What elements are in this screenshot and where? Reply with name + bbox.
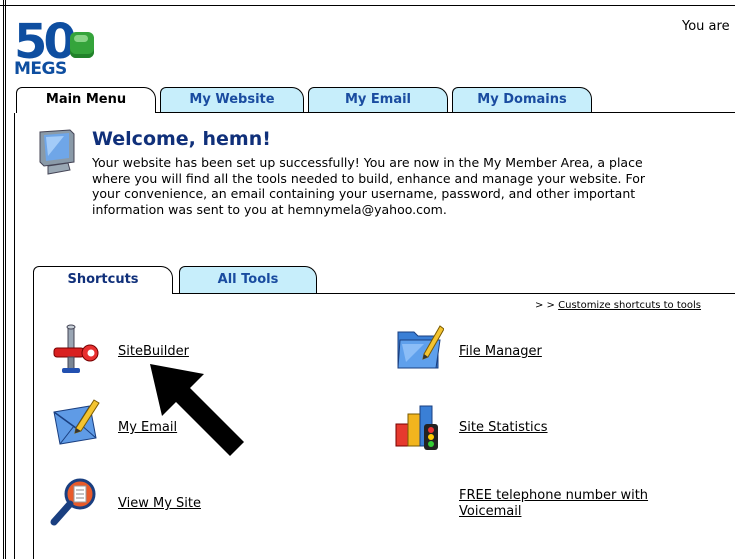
sitebuilder-icon[interactable]	[50, 324, 100, 374]
file-manager-link[interactable]: File Manager	[459, 344, 542, 360]
free-telephone-line2: Voicemail	[459, 504, 522, 519]
logo-number: 50	[14, 14, 77, 70]
50megs-logo[interactable]: 50 MEGS	[14, 14, 100, 79]
welcome-line: your convenience, an email containing yo…	[92, 186, 636, 201]
customize-shortcuts: > > Customize shortcuts to tools	[535, 300, 701, 311]
logo-word: MEGS	[14, 59, 67, 79]
welcome-message: Your website has been set up successfull…	[92, 155, 735, 217]
welcome-line: Your website has been set up successfull…	[92, 155, 643, 170]
welcome-line: where you will find all the tools needed…	[92, 170, 646, 186]
customize-prefix: > >	[535, 300, 559, 311]
site-statistics-link[interactable]: Site Statistics	[459, 420, 548, 436]
main-tab-bar: Main Menu My Website My Email My Domains	[14, 87, 735, 113]
statistics-icon[interactable]	[392, 402, 442, 452]
logo-green-dot	[70, 32, 94, 58]
tab-main-menu[interactable]: Main Menu	[16, 87, 156, 113]
tab-my-domains[interactable]: My Domains	[452, 87, 592, 112]
free-telephone-link[interactable]: FREE telephone number with Voicemail	[459, 488, 648, 520]
email-icon[interactable]	[50, 398, 100, 448]
tab-all-tools[interactable]: All Tools	[179, 266, 317, 293]
window-top-border	[0, 0, 735, 6]
tab-shortcuts[interactable]: Shortcuts	[33, 266, 173, 294]
sub-tab-bar: Shortcuts All Tools	[33, 266, 735, 294]
welcome-title: Welcome, hemn!	[92, 128, 271, 150]
tab-my-email[interactable]: My Email	[308, 87, 448, 112]
welcome-line: information was sent to you at hemnymela…	[92, 201, 447, 217]
customize-shortcuts-link[interactable]: Customize shortcuts to tools	[558, 300, 701, 311]
user-status-text: You are	[682, 19, 730, 34]
monitor-icon	[39, 129, 75, 175]
sitebuilder-link[interactable]: SiteBuilder	[118, 344, 189, 360]
tab-my-website[interactable]: My Website	[160, 87, 304, 112]
view-my-site-link[interactable]: View My Site	[118, 496, 201, 512]
file-manager-icon[interactable]	[394, 322, 444, 372]
free-telephone-line1: FREE telephone number with	[459, 488, 649, 503]
window-left-border	[0, 0, 6, 559]
pointer-arrow-icon	[150, 364, 244, 456]
view-site-icon[interactable]	[50, 476, 100, 526]
